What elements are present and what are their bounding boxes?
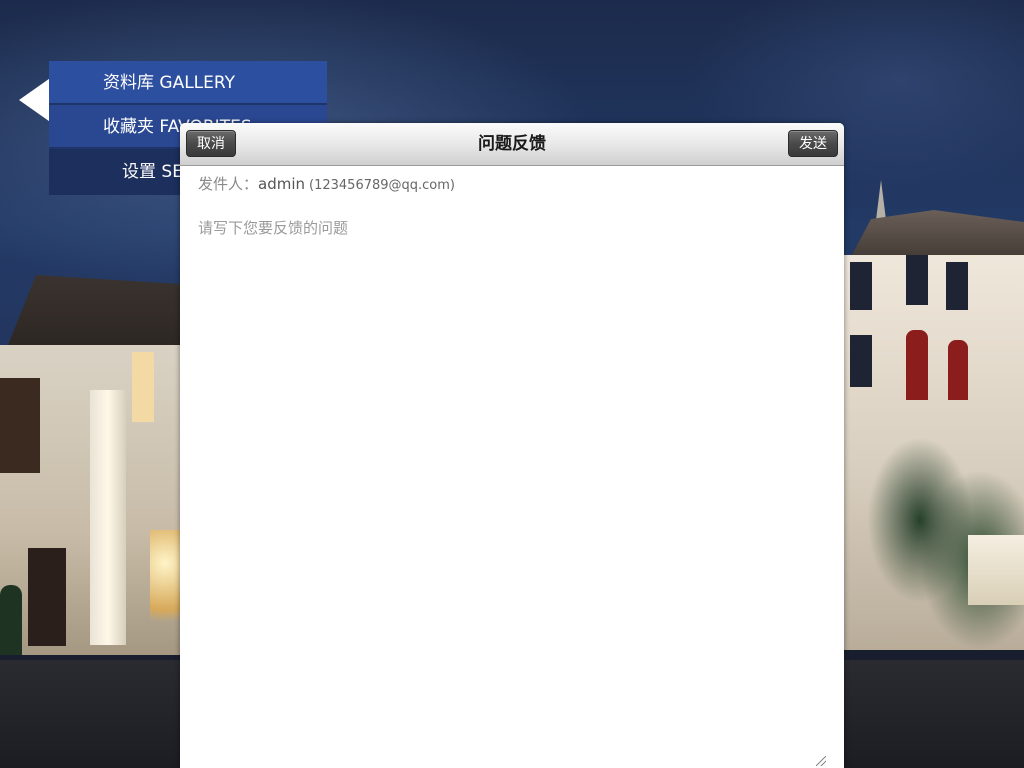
right-building-window xyxy=(850,262,872,310)
right-trees xyxy=(860,380,1024,670)
feedback-textarea[interactable] xyxy=(180,203,844,768)
dialog-header: 取消 问题反馈 发送 xyxy=(180,123,844,166)
right-building-window xyxy=(906,255,928,305)
dialog-title: 问题反馈 xyxy=(478,134,546,154)
sender-row: 发件人：admin (123456789@qq.com) xyxy=(180,166,844,204)
sender-name: admin xyxy=(258,175,306,193)
right-building-window xyxy=(946,262,968,310)
left-building-lit-window xyxy=(132,352,154,422)
feedback-dialog: 取消 问题反馈 发送 发件人：admin (123456789@qq.com) xyxy=(180,123,844,768)
left-building-window xyxy=(0,378,40,473)
sender-label: 发件人： xyxy=(198,175,259,193)
resize-grip-icon[interactable] xyxy=(816,756,826,766)
right-building-sign xyxy=(968,535,1024,605)
menu-item-label: 资料库 GALLERY xyxy=(103,73,235,93)
menu-item-gallery[interactable]: 资料库 GALLERY xyxy=(49,61,327,105)
left-building-door xyxy=(28,548,66,646)
left-tree xyxy=(0,585,22,655)
left-building-lamp xyxy=(150,530,180,640)
sender-email: (123456789@qq.com) xyxy=(309,178,455,193)
send-button[interactable]: 发送 xyxy=(788,130,838,157)
left-building-column xyxy=(90,390,126,645)
